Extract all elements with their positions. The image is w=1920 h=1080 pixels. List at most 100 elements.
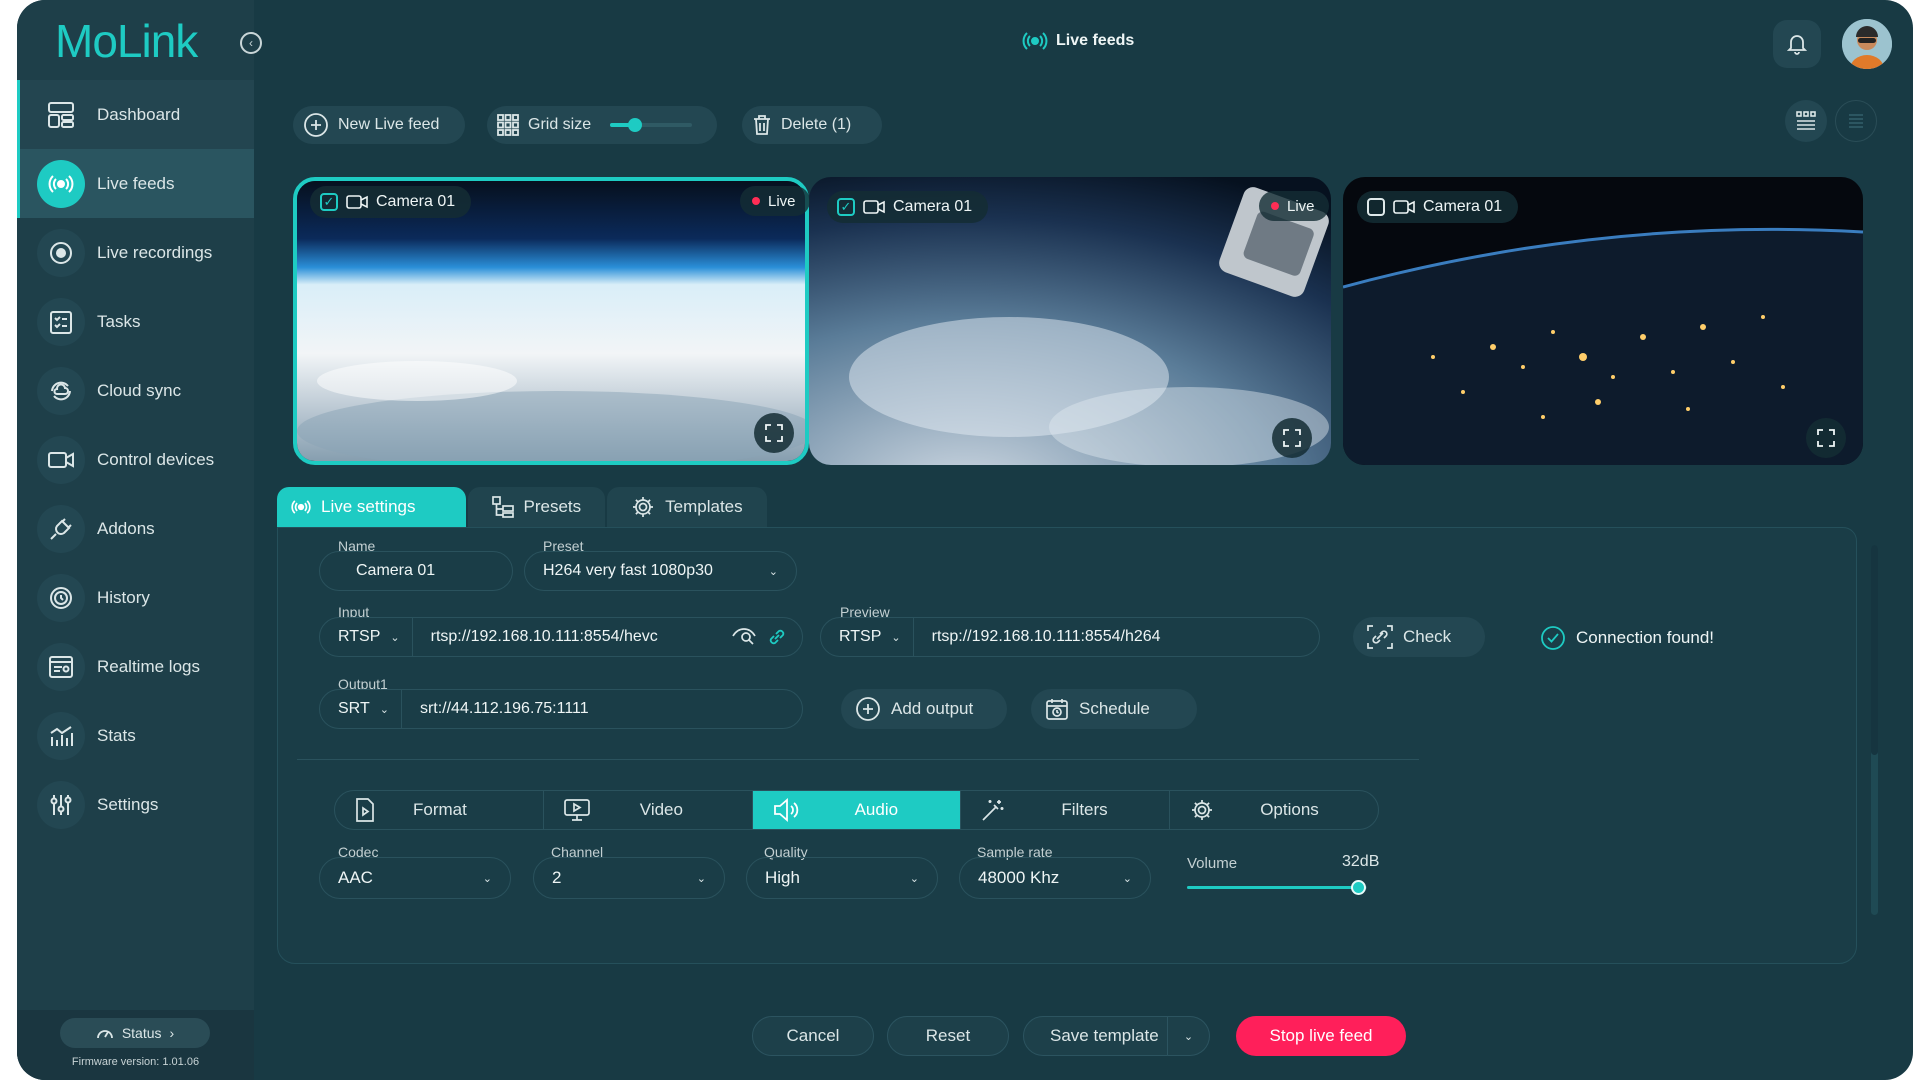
tab-format[interactable]: Format: [335, 791, 544, 829]
chevron-down-icon: ⌄: [768, 565, 778, 578]
list-view-button[interactable]: [1785, 100, 1827, 142]
eye-scan-icon[interactable]: [732, 627, 756, 647]
panel-scrollbar[interactable]: [1871, 545, 1878, 915]
sample-rate-select[interactable]: 48000 Khz ⌄: [959, 857, 1151, 899]
output-protocol-value: SRT: [338, 700, 370, 717]
sidebar-item-settings[interactable]: Settings: [17, 770, 254, 839]
camera-1-fullscreen-button[interactable]: [754, 413, 794, 453]
grid-size-slider[interactable]: [610, 118, 693, 132]
tab-audio[interactable]: Audio: [752, 791, 962, 829]
panel-scrollbar-thumb[interactable]: [1871, 545, 1878, 755]
tab-live-settings[interactable]: Live settings: [277, 487, 466, 527]
channel-select[interactable]: 2 ⌄: [533, 857, 725, 899]
input-url-field[interactable]: RTSP ⌄ rtsp://192.168.10.111:8554/hevc: [319, 617, 803, 657]
schedule-button[interactable]: Schedule: [1031, 689, 1197, 729]
camera-feed-1[interactable]: [293, 177, 809, 465]
stats-icon: [37, 711, 85, 760]
grid-icon: [497, 114, 519, 136]
live-label: Live: [1287, 197, 1315, 215]
tab-label: Presets: [523, 497, 582, 516]
volume-slider-knob[interactable]: [1351, 880, 1366, 895]
add-output-button[interactable]: Add output: [841, 689, 1007, 729]
sidebar: MoLink Dashboard Live feeds Live recordi…: [17, 0, 254, 1080]
preview-protocol-value: RTSP: [839, 628, 882, 645]
camera-3-tag: Camera 01: [1357, 191, 1519, 223]
quality-select[interactable]: High ⌄: [746, 857, 938, 899]
sidebar-item-label: Addons: [97, 518, 155, 538]
tab-templates[interactable]: Templates: [607, 487, 767, 527]
cancel-button[interactable]: Cancel: [752, 1016, 874, 1056]
camera-3-fullscreen-button[interactable]: [1806, 418, 1846, 458]
tab-filters[interactable]: Filters: [961, 791, 1171, 829]
preview-protocol-select[interactable]: RTSP ⌄: [821, 618, 914, 656]
file-play-icon: [355, 798, 375, 822]
tasks-icon: [37, 297, 85, 346]
tab-label: Options: [1260, 800, 1319, 819]
camera-1-checkbox[interactable]: ✓: [320, 193, 338, 211]
camera-3-checkbox[interactable]: [1367, 198, 1385, 216]
dashboard-icon: [37, 91, 85, 139]
link-icon[interactable]: [766, 626, 788, 648]
camera-2-fullscreen-button[interactable]: [1272, 418, 1312, 458]
sidebar-item-history[interactable]: History: [17, 563, 254, 632]
logs-icon: [37, 642, 85, 691]
sidebar-item-realtime-logs[interactable]: Realtime logs: [17, 632, 254, 701]
grid-size-label: Grid size: [528, 116, 592, 133]
notifications-button[interactable]: [1773, 20, 1821, 68]
gauge-icon: [96, 1025, 114, 1041]
tab-label: Filters: [1061, 800, 1108, 819]
grid-size-slider-knob[interactable]: [627, 118, 642, 132]
save-template-dropdown-button[interactable]: ⌄: [1168, 1016, 1210, 1056]
monitor-play-icon: [563, 799, 590, 821]
connection-status-text: Connection found!: [1576, 628, 1714, 647]
grid-size-control: Grid size: [487, 106, 717, 144]
sidebar-item-cloud-sync[interactable]: Cloud sync: [17, 356, 254, 425]
presets-icon: [491, 496, 514, 518]
sliders-icon: [37, 780, 85, 829]
camera-2-checkbox[interactable]: ✓: [837, 198, 855, 216]
sidebar-item-live-recordings[interactable]: Live recordings: [17, 218, 254, 287]
preset-select[interactable]: H264 very fast 1080p30 ⌄: [524, 551, 797, 591]
sidebar-item-label: Control devices: [97, 449, 215, 469]
status-button[interactable]: Status ›: [60, 1018, 210, 1048]
collapse-sidebar-button[interactable]: ‹: [240, 32, 262, 54]
page-title-text: Live feeds: [1056, 32, 1135, 49]
tab-presets[interactable]: Presets: [467, 487, 606, 527]
camera-3-label: Camera 01: [1423, 198, 1503, 215]
tab-video[interactable]: Video: [544, 791, 753, 829]
check-button[interactable]: Check: [1353, 617, 1485, 657]
tab-options[interactable]: Options: [1170, 791, 1378, 829]
sidebar-item-tasks[interactable]: Tasks: [17, 287, 254, 356]
stop-live-feed-button[interactable]: Stop live feed: [1236, 1016, 1406, 1056]
output-protocol-select[interactable]: SRT ⌄: [320, 690, 402, 728]
live-dot-icon: [1271, 202, 1279, 210]
sidebar-item-addons[interactable]: Addons: [17, 494, 254, 563]
output-url-field[interactable]: SRT ⌄ srt://44.112.196.75:1111: [319, 689, 803, 729]
sidebar-item-dashboard[interactable]: Dashboard: [17, 80, 254, 149]
volume-slider[interactable]: [1187, 880, 1367, 895]
name-input[interactable]: Camera 01: [319, 551, 513, 591]
plus-circle-icon: [855, 696, 881, 722]
sidebar-item-live-feeds[interactable]: Live feeds: [17, 149, 254, 218]
new-live-feed-button[interactable]: New Live feed: [293, 106, 465, 144]
input-protocol-select[interactable]: RTSP ⌄: [320, 618, 413, 656]
sidebar-item-stats[interactable]: Stats: [17, 701, 254, 770]
camera-1-tag: ✓ Camera 01: [310, 186, 472, 218]
reset-button[interactable]: Reset: [887, 1016, 1009, 1056]
magic-wand-icon: [981, 798, 1005, 822]
sidebar-item-label: History: [97, 587, 150, 607]
detail-view-button[interactable]: [1835, 100, 1877, 142]
broadcast-icon: [37, 159, 85, 208]
codec-select[interactable]: AAC ⌄: [319, 857, 511, 899]
save-template-button[interactable]: Save template: [1023, 1016, 1187, 1056]
sidebar-item-control-devices[interactable]: Control devices: [17, 425, 254, 494]
cloud-sync-icon: [37, 366, 85, 415]
schedule-label: Schedule: [1079, 699, 1150, 718]
preview-url-field[interactable]: RTSP ⌄ rtsp://192.168.10.111:8554/h264: [820, 617, 1320, 657]
delete-button[interactable]: Delete (1): [742, 106, 882, 144]
status-label: Status: [121, 1025, 162, 1041]
codec-value: AAC: [338, 868, 373, 887]
avatar[interactable]: [1842, 19, 1892, 69]
chevron-down-icon: ⌄: [909, 872, 919, 885]
sidebar-item-label: Cloud sync: [97, 380, 182, 400]
